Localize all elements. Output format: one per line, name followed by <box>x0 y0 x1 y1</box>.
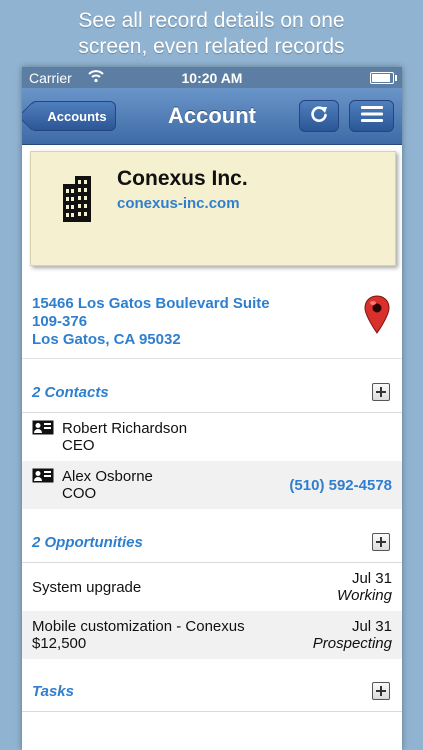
opportunity-name: System upgrade <box>32 579 142 596</box>
promo-caption: See all record details on one screen, ev… <box>0 8 423 60</box>
menu-icon <box>360 105 383 128</box>
opportunity-stage: Working <box>336 587 392 604</box>
menu-button[interactable] <box>349 100 394 132</box>
battery-icon <box>370 72 397 84</box>
opportunity-close-date: Jul 31 <box>351 618 392 635</box>
opportunity-row[interactable]: Mobile customization - Conexus $12,500 J… <box>22 611 402 659</box>
contacts-section-header[interactable]: 2 Contacts <box>22 372 402 413</box>
promo-line-1: See all record details on one <box>78 9 345 32</box>
address-line-1: 15466 Los Gatos Boulevard Suite <box>32 295 270 312</box>
contact-name: Alex Osborne <box>62 468 153 485</box>
map-pin-icon[interactable] <box>364 295 390 340</box>
contact-card-icon <box>32 420 54 439</box>
account-header-card: Conexus Inc. conexus-inc.com <box>30 151 396 266</box>
divider <box>22 358 402 359</box>
tasks-section-header[interactable]: Tasks <box>22 671 402 712</box>
page-title: Account <box>168 103 256 128</box>
contact-name: Robert Richardson <box>62 420 188 437</box>
add-contact-plus-icon[interactable] <box>372 383 390 401</box>
refresh-icon <box>309 104 329 129</box>
status-bar: Carrier 10:20 AM <box>22 67 402 88</box>
account-name: Conexus Inc. <box>117 167 248 190</box>
promo-line-2: screen, even related records <box>78 35 345 58</box>
opportunities-header-label: 2 Opportunities <box>32 534 143 551</box>
add-opportunity-plus-icon[interactable] <box>372 533 390 551</box>
navigation-bar: Accounts Account <box>22 88 402 145</box>
refresh-button[interactable] <box>299 100 339 132</box>
back-button-label: Accounts <box>47 108 107 124</box>
account-address-link[interactable]: 15466 Los Gatos Boulevard Suite 109-376 … <box>32 295 332 349</box>
opportunity-close-date: Jul 31 <box>351 570 392 587</box>
contact-title: COO <box>62 485 97 502</box>
account-website-link[interactable]: conexus-inc.com <box>117 195 240 212</box>
contact-card-icon <box>32 468 54 487</box>
opportunities-section-header[interactable]: 2 Opportunities <box>22 522 402 563</box>
tasks-header-label: Tasks <box>32 683 74 700</box>
opportunity-stage: Prospecting <box>312 635 392 652</box>
contact-title: CEO <box>62 437 95 454</box>
address-line-3: Los Gatos, CA 95032 <box>32 331 181 348</box>
contacts-header-label: 2 Contacts <box>32 384 109 401</box>
opportunity-name: Mobile customization - Conexus <box>32 618 245 635</box>
add-task-plus-icon[interactable] <box>372 682 390 700</box>
opportunity-row[interactable]: System upgrade Jul 31 Working <box>22 563 402 611</box>
opportunity-amount: $12,500 <box>32 635 87 652</box>
contact-phone-link[interactable]: (510) 592-4578 <box>289 477 392 494</box>
address-line-2: 109-376 <box>32 313 88 330</box>
contact-row[interactable]: Alex Osborne COO (510) 592-4578 <box>22 461 402 509</box>
phone-screen: Carrier 10:20 AM Accounts Account Conexu… <box>22 67 402 750</box>
building-icon <box>61 176 95 227</box>
contact-row[interactable]: Robert Richardson CEO <box>22 413 402 461</box>
status-time: 10:20 AM <box>181 70 243 86</box>
back-button[interactable]: Accounts <box>30 101 116 131</box>
